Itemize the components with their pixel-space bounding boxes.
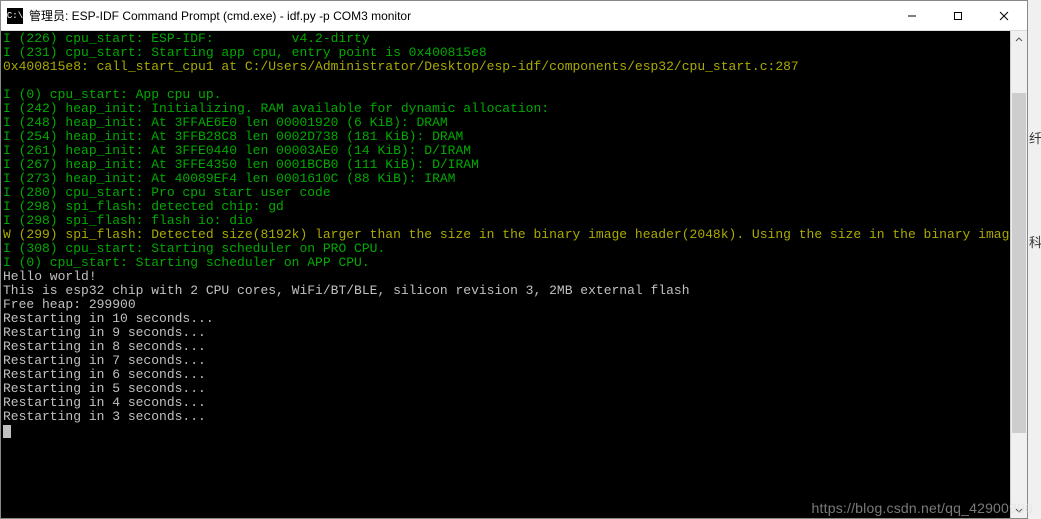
close-button[interactable]: [981, 1, 1027, 30]
vertical-scrollbar[interactable]: [1010, 31, 1027, 518]
maximize-button[interactable]: [935, 1, 981, 30]
terminal-line: Restarting in 7 seconds...: [3, 354, 1025, 368]
chevron-up-icon: [1015, 36, 1023, 44]
terminal-line: I (267) heap_init: At 3FFE4350 len 0001B…: [3, 158, 1025, 172]
terminal-line: I (298) spi_flash: flash io: dio: [3, 214, 1025, 228]
terminal-line: Restarting in 9 seconds...: [3, 326, 1025, 340]
terminal-line: I (226) cpu_start: ESP-IDF: v4.2-dirty: [3, 32, 1025, 46]
cursor: [3, 425, 11, 438]
terminal-line: Restarting in 5 seconds...: [3, 382, 1025, 396]
window-title: 管理员: ESP-IDF Command Prompt (cmd.exe) - …: [29, 7, 889, 24]
titlebar[interactable]: C:\ 管理员: ESP-IDF Command Prompt (cmd.exe…: [1, 1, 1027, 31]
terminal-line: I (280) cpu_start: Pro cpu start user co…: [3, 186, 1025, 200]
command-prompt-window: C:\ 管理员: ESP-IDF Command Prompt (cmd.exe…: [0, 0, 1028, 519]
terminal-line: [3, 74, 1025, 88]
terminal-line: Restarting in 10 seconds...: [3, 312, 1025, 326]
terminal-line: Restarting in 4 seconds...: [3, 396, 1025, 410]
terminal-line: I (298) spi_flash: detected chip: gd: [3, 200, 1025, 214]
minimize-button[interactable]: [889, 1, 935, 30]
terminal-line: 0x400815e8: call_start_cpu1 at C:/Users/…: [3, 60, 1025, 74]
terminal-line: Hello world!: [3, 270, 1025, 284]
terminal-line: I (273) heap_init: At 40089EF4 len 00016…: [3, 172, 1025, 186]
terminal-line: I (0) cpu_start: Starting scheduler on A…: [3, 256, 1025, 270]
scrollbar-thumb[interactable]: [1012, 93, 1026, 433]
terminal-line: Restarting in 6 seconds...: [3, 368, 1025, 382]
scroll-down-button[interactable]: [1011, 501, 1027, 518]
maximize-icon: [953, 11, 963, 21]
side-glyph-a: 纤: [1029, 128, 1041, 147]
terminal-line: Restarting in 3 seconds...: [3, 410, 1025, 424]
terminal-output[interactable]: I (226) cpu_start: ESP-IDF: v4.2-dirtyI …: [1, 31, 1027, 518]
terminal-line: I (231) cpu_start: Starting app cpu, ent…: [3, 46, 1025, 60]
minimize-icon: [907, 11, 917, 21]
terminal-line: I (0) cpu_start: App cpu up.: [3, 88, 1025, 102]
side-glyph-b: 科: [1029, 232, 1041, 251]
scrollbar-track[interactable]: [1011, 48, 1027, 501]
terminal-line: I (254) heap_init: At 3FFB28C8 len 0002D…: [3, 130, 1025, 144]
terminal-cursor-line: [3, 424, 1025, 438]
chevron-down-icon: [1015, 506, 1023, 514]
terminal-line: I (261) heap_init: At 3FFE0440 len 00003…: [3, 144, 1025, 158]
terminal-line: Free heap: 299900: [3, 298, 1025, 312]
terminal-line: This is esp32 chip with 2 CPU cores, WiF…: [3, 284, 1025, 298]
terminal-line: I (308) cpu_start: Starting scheduler on…: [3, 242, 1025, 256]
terminal-line: I (242) heap_init: Initializing. RAM ava…: [3, 102, 1025, 116]
window-controls: [889, 1, 1027, 30]
close-icon: [999, 11, 1009, 21]
scroll-up-button[interactable]: [1011, 31, 1027, 48]
terminal-line: W (299) spi_flash: Detected size(8192k) …: [3, 228, 1025, 242]
terminal-line: Restarting in 8 seconds...: [3, 340, 1025, 354]
terminal-line: I (248) heap_init: At 3FFAE6E0 len 00001…: [3, 116, 1025, 130]
window-app-icon: C:\: [7, 8, 23, 24]
